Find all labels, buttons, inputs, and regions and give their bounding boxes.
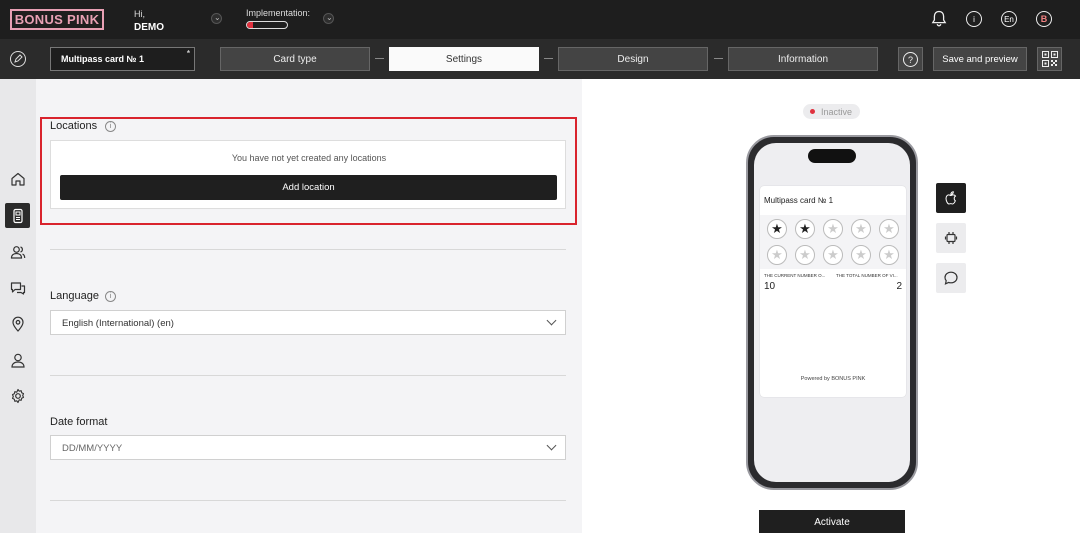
- user-greeting: Hi, DEMO: [134, 8, 164, 34]
- language-value: English (International) (en): [62, 318, 174, 329]
- stamp-star-icon: ★: [795, 245, 815, 265]
- powered-by-text: Powered by BONUS PINK: [800, 376, 866, 382]
- card-icon: [12, 208, 23, 223]
- nav-settings[interactable]: [5, 383, 30, 408]
- locations-title: Locations: [50, 120, 98, 132]
- divider: [50, 375, 566, 376]
- save-and-preview-button[interactable]: Save and preview: [933, 47, 1027, 71]
- chevron-down-icon: [546, 315, 557, 326]
- language-code: En: [1004, 14, 1014, 24]
- user-menu-chevron-icon[interactable]: ⌄: [211, 13, 222, 24]
- implementation-chevron-icon[interactable]: ⌄: [323, 13, 334, 24]
- step-separator: [714, 58, 723, 59]
- phone-screen: Multipass card № 1 ★ ★ ★ ★ ★ ★ ★ ★ ★ ★ THE CURREN…: [754, 143, 910, 482]
- language-switch-button[interactable]: En: [1001, 11, 1017, 27]
- user-name: DEMO: [134, 22, 164, 33]
- nav-home[interactable]: [5, 166, 30, 191]
- step-design[interactable]: Design: [558, 47, 708, 71]
- locations-empty-text: You have not yet created any locations: [231, 153, 387, 163]
- top-bar: BONUS PINK Hi, DEMO ⌄ Implementation: ⌄ …: [0, 0, 1080, 39]
- wallet-pass: Multipass card № 1 ★ ★ ★ ★ ★ ★ ★ ★ ★ ★ THE CURREN…: [760, 186, 906, 397]
- platform-apple-button[interactable]: [936, 183, 966, 213]
- bell-icon[interactable]: [931, 10, 947, 31]
- android-icon: [944, 232, 958, 244]
- gear-icon: [11, 388, 24, 403]
- status-dot: [810, 109, 815, 114]
- apple-icon: [945, 191, 957, 205]
- settings-panel: Locations i You have not yet created any…: [36, 79, 582, 533]
- language-info-icon[interactable]: i: [105, 291, 116, 302]
- step-settings[interactable]: Settings: [389, 47, 539, 71]
- greeting-text: Hi,: [134, 9, 145, 19]
- status-text: Inactive: [821, 106, 853, 117]
- qr-icon: [1042, 51, 1058, 67]
- avatar[interactable]: B: [1036, 11, 1052, 27]
- qr-code-button[interactable]: [1037, 47, 1062, 71]
- implementation-label: Implementation:: [246, 8, 311, 18]
- language-select[interactable]: English (International) (en): [50, 310, 566, 335]
- help-button[interactable]: ?: [898, 47, 923, 71]
- card-name-input[interactable]: Multipass card № 1 *: [50, 47, 195, 71]
- home-icon: [10, 172, 25, 186]
- nav-cards[interactable]: [5, 203, 30, 228]
- edit-icon[interactable]: [10, 51, 26, 67]
- message-icon: [944, 271, 958, 285]
- stamp-star-icon: ★: [767, 245, 787, 265]
- add-location-button[interactable]: Add location: [60, 175, 557, 200]
- pass-title: Multipass card № 1: [764, 196, 834, 205]
- date-format-placeholder: DD/MM/YYYY: [62, 443, 123, 454]
- phone-mockup: Multipass card № 1 ★ ★ ★ ★ ★ ★ ★ ★ ★ ★ THE CURREN…: [746, 135, 918, 490]
- stamp-star-icon: ★: [795, 219, 815, 239]
- platform-message-button[interactable]: [936, 263, 966, 293]
- stamp-star-icon: ★: [879, 245, 899, 265]
- required-marker: *: [186, 49, 190, 58]
- field-label-total: THE TOTAL NUMBER OF VI...: [836, 273, 898, 278]
- step-information[interactable]: Information: [728, 47, 878, 71]
- left-navigation: [0, 79, 36, 533]
- nav-messages[interactable]: [5, 275, 30, 300]
- stamp-star-icon: ★: [879, 219, 899, 239]
- implementation-progress-fill: [247, 22, 253, 28]
- stamp-star-icon: ★: [823, 219, 843, 239]
- phone-notch: [808, 149, 856, 163]
- step-separator: [544, 58, 553, 59]
- location-icon: [11, 316, 24, 332]
- avatar-letter: B: [1040, 14, 1048, 24]
- step-card-type[interactable]: Card type: [220, 47, 370, 71]
- chat-icon: [10, 281, 25, 295]
- platform-android-button[interactable]: [936, 223, 966, 253]
- help-icon: ?: [903, 52, 918, 67]
- stamp-star-icon: ★: [767, 219, 787, 239]
- status-badge: Inactive: [803, 104, 860, 119]
- divider: [50, 249, 566, 250]
- nav-locations[interactable]: [5, 311, 30, 336]
- stamp-star-icon: ★: [851, 245, 871, 265]
- field-label-current: THE CURRENT NUMBER O...: [764, 273, 826, 278]
- stamp-grid: ★ ★ ★ ★ ★ ★ ★ ★ ★ ★: [760, 215, 906, 269]
- divider: [50, 500, 566, 501]
- locations-info-icon[interactable]: i: [105, 121, 116, 132]
- stamp-star-icon: ★: [851, 219, 871, 239]
- language-title: Language: [50, 290, 99, 302]
- chevron-down-icon: [546, 440, 557, 451]
- step-separator: [375, 58, 384, 59]
- users-icon: [10, 245, 25, 259]
- user-icon: [10, 353, 25, 368]
- barcode: [790, 351, 878, 373]
- locations-box: You have not yet created any locations A…: [50, 140, 566, 209]
- card-name-value: Multipass card № 1: [61, 54, 145, 64]
- brand-logo[interactable]: BONUS PINK: [10, 9, 104, 30]
- card-toolbar: Multipass card № 1 * Card type Settings …: [0, 39, 1080, 79]
- card-preview: Inactive Multipass card № 1 ★ ★ ★ ★ ★ ★ ★ ★ ★ ★ T…: [582, 79, 1080, 533]
- date-format-select[interactable]: DD/MM/YYYY: [50, 435, 566, 460]
- field-value-current: 10: [764, 281, 776, 292]
- nav-managers[interactable]: [5, 347, 30, 372]
- date-format-title: Date format: [50, 416, 108, 428]
- nav-clients[interactable]: [5, 239, 30, 264]
- info-icon[interactable]: i: [966, 11, 982, 27]
- activate-button[interactable]: Activate: [759, 510, 905, 533]
- implementation-progress-bar: [246, 21, 288, 29]
- field-value-total: 2: [896, 281, 902, 292]
- stamp-star-icon: ★: [823, 245, 843, 265]
